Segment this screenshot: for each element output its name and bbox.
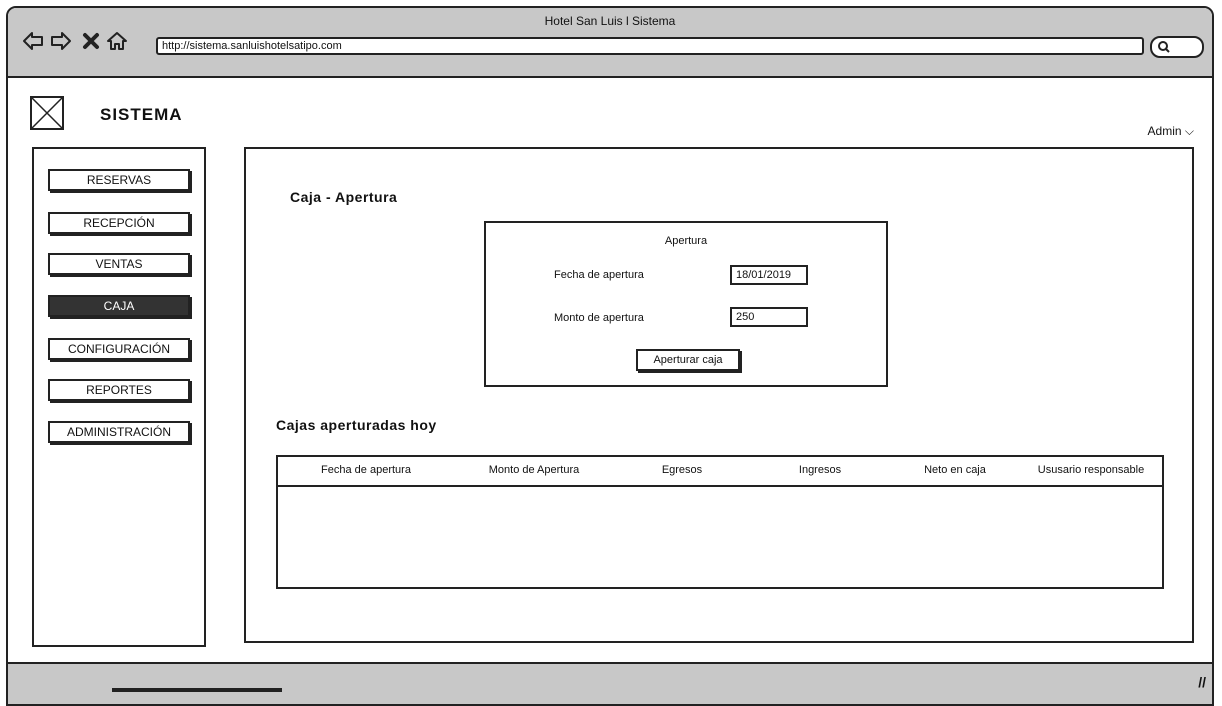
main-panel: Caja - Apertura Apertura Fecha de apertu… [244, 147, 1194, 643]
close-x-icon[interactable] [80, 30, 102, 52]
browser-window: Hotel San Luis l Sistema http://sistema.… [6, 6, 1214, 706]
sidebar-item-administracion[interactable]: ADMINISTRACIÓN [48, 421, 190, 443]
aperturar-caja-button[interactable]: Aperturar caja [636, 349, 740, 371]
sidebar-item-recepcion[interactable]: RECEPCIÓN [48, 212, 190, 234]
logo-placeholder [30, 96, 64, 130]
window-title: Hotel San Luis l Sistema [544, 14, 676, 28]
monto-label: Monto de apertura [554, 312, 644, 324]
sidebar-item-reservas[interactable]: RESERVAS [48, 169, 190, 191]
horizontal-scrollbar[interactable] [112, 688, 282, 692]
search-icon [1158, 41, 1170, 53]
fecha-label: Fecha de apertura [554, 269, 644, 281]
sidebar-item-reportes[interactable]: REPORTES [48, 379, 190, 401]
forward-arrow-icon[interactable] [50, 30, 72, 52]
back-arrow-icon[interactable] [22, 30, 44, 52]
form-title: Apertura [664, 235, 708, 247]
col-fecha: Fecha de apertura [321, 464, 411, 476]
sidebar-item-caja[interactable]: CAJA [48, 295, 190, 317]
table-header: Fecha de apertura Monto de Apertura Egre… [278, 457, 1162, 487]
sidebar-item-configuracion[interactable]: CONFIGURACIÓN [48, 338, 190, 360]
image-placeholder-icon [31, 97, 63, 129]
table-title: Cajas aperturadas hoy [276, 417, 437, 433]
cajas-table: Fecha de apertura Monto de Apertura Egre… [276, 455, 1164, 589]
status-bar: // [8, 662, 1212, 704]
sidebar: RESERVAS RECEPCIÓN VENTAS CAJA CONFIGURA… [32, 147, 206, 647]
address-bar[interactable]: http://sistema.sanluishotelsatipo.com [156, 37, 1144, 55]
col-responsable: Ususario responsable [1037, 464, 1145, 476]
fecha-apertura-field[interactable] [730, 265, 808, 285]
user-menu[interactable]: Admin ⌵ [1148, 124, 1194, 139]
col-monto: Monto de Apertura [488, 464, 580, 476]
search-button[interactable] [1150, 36, 1204, 58]
browser-toolbar: Hotel San Luis l Sistema http://sistema.… [8, 8, 1212, 78]
col-ingresos: Ingresos [798, 464, 842, 476]
col-egresos: Egresos [661, 464, 703, 476]
apertura-form: Apertura Fecha de apertura Monto de aper… [484, 221, 888, 387]
page-title: Caja - Apertura [290, 189, 398, 205]
col-neto: Neto en caja [924, 464, 986, 476]
app-brand: SISTEMA [100, 105, 183, 124]
sidebar-item-ventas[interactable]: VENTAS [48, 253, 190, 275]
monto-apertura-field[interactable] [730, 307, 808, 327]
home-icon[interactable] [106, 30, 128, 52]
